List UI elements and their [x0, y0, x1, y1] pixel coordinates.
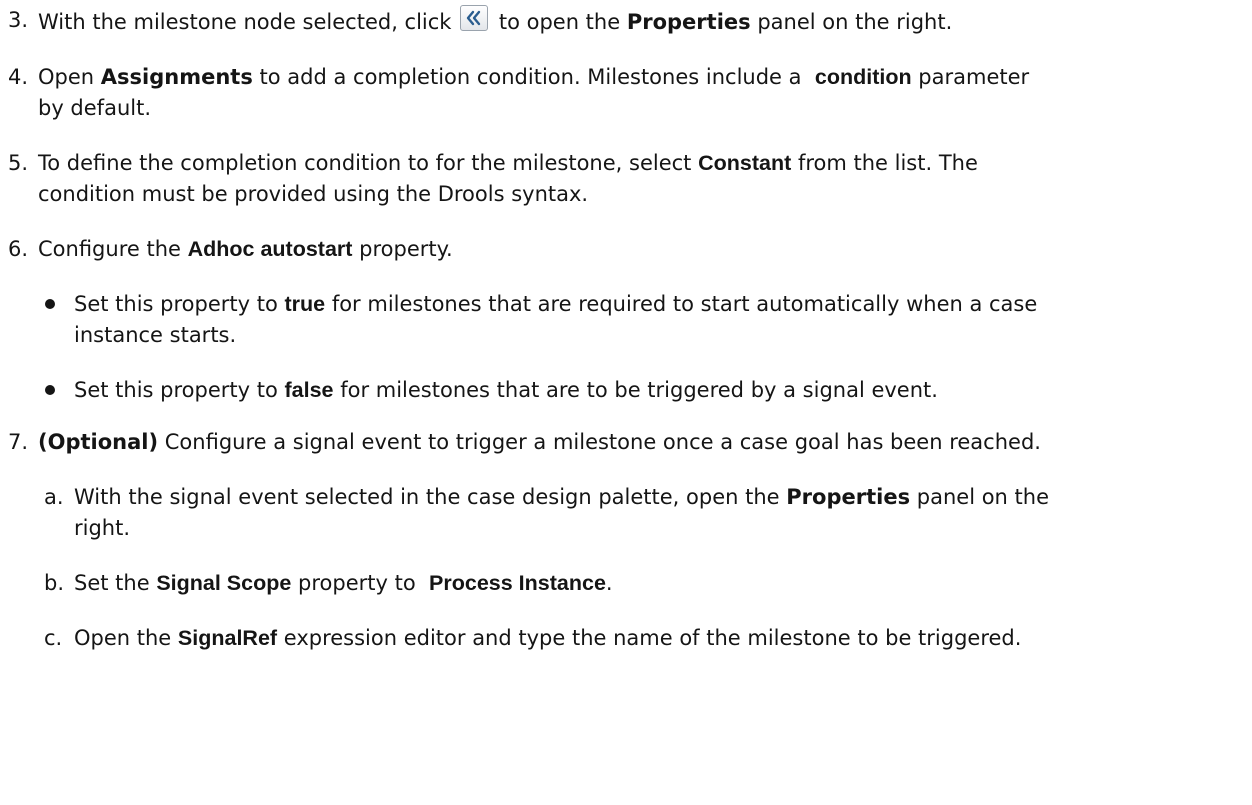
substep-letter: b. — [44, 571, 65, 595]
step-text: panel on the right. — [757, 10, 953, 34]
bullet-icon — [45, 385, 55, 395]
ui-term-assignments: Assignments — [100, 65, 253, 89]
step-text: to add a completion condition. Milestone… — [259, 65, 802, 89]
step-text: property. — [359, 237, 453, 261]
ui-term-constant: Constant — [698, 151, 792, 175]
step-number: 4. — [8, 65, 29, 89]
ui-term-condition: condition — [814, 65, 912, 89]
step-text: parameter — [918, 65, 1030, 89]
procedure-steps: 3. With the milestone node selected, cli… — [0, 0, 1252, 654]
bullet-text: for milestones that are to be triggered … — [340, 378, 938, 402]
substep-text: Set the — [74, 571, 150, 595]
bullet-text: instance starts. — [74, 323, 237, 347]
step-number: 6. — [8, 237, 29, 261]
ui-term-adhoc-autostart: Adhoc autostart — [187, 237, 353, 261]
ui-term-signalref: SignalRef — [177, 626, 278, 650]
step-text: from the list. The — [797, 151, 978, 175]
substep-text: . — [605, 571, 613, 595]
step-text: by default. — [38, 96, 151, 120]
substep-text: right. — [74, 516, 131, 540]
step-text: To define the completion condition to fo… — [38, 151, 692, 175]
step-number: 3. — [8, 8, 29, 32]
bullet-item-true: Set this property to true for milestones… — [0, 289, 1252, 351]
ui-term-true: true — [284, 292, 326, 316]
ui-term-properties: Properties — [626, 10, 751, 34]
substep-text: Open the — [74, 626, 172, 650]
substep-text: panel on the — [916, 485, 1049, 509]
step-6: 6. Configure the Adhoc autostart propert… — [0, 234, 1252, 265]
optional-label: (Optional) — [38, 430, 159, 454]
substep-a: a. With the signal event selected in the… — [0, 482, 1252, 544]
step-7: 7. (Optional) Configure a signal event t… — [0, 427, 1252, 458]
substep-text: property to — [298, 571, 416, 595]
step-text: Open — [38, 65, 95, 89]
substep-letter: a. — [44, 485, 64, 509]
substep-text: With the signal event selected in the ca… — [74, 485, 780, 509]
ui-term-signal-scope: Signal Scope — [156, 571, 292, 595]
bullet-text: Set this property to — [74, 292, 278, 316]
ui-term-properties: Properties — [786, 485, 911, 509]
step-number: 7. — [8, 430, 29, 454]
substep-b: b. Set the Signal Scope property to Proc… — [0, 568, 1252, 599]
step-text: Configure the — [38, 237, 181, 261]
bullet-item-false: Set this property to false for milestone… — [0, 375, 1252, 406]
ui-term-process-instance: Process Instance — [429, 571, 606, 595]
double-chevron-left-icon — [460, 5, 489, 31]
substep-c: c. Open the SignalRef expression editor … — [0, 623, 1252, 654]
step-5: 5. To define the completion condition to… — [0, 148, 1252, 210]
step-4: 4. Open Assignments to add a completion … — [0, 62, 1252, 124]
step-text: Configure a signal event to trigger a mi… — [164, 430, 1041, 454]
bullet-text: Set this property to — [74, 378, 278, 402]
step-text: With the milestone node selected, click — [38, 10, 452, 34]
substep-letter: c. — [44, 626, 63, 650]
step-3: 3. With the milestone node selected, cli… — [0, 5, 1252, 38]
bullet-text: for milestones that are required to star… — [331, 292, 1038, 316]
substep-text: expression editor and type the name of t… — [283, 626, 1022, 650]
step-text: condition must be provided using the Dro… — [38, 182, 589, 206]
ui-term-false: false — [284, 378, 334, 402]
step-number: 5. — [8, 151, 29, 175]
step-text: to open the — [498, 10, 621, 34]
bullet-icon — [45, 299, 55, 309]
